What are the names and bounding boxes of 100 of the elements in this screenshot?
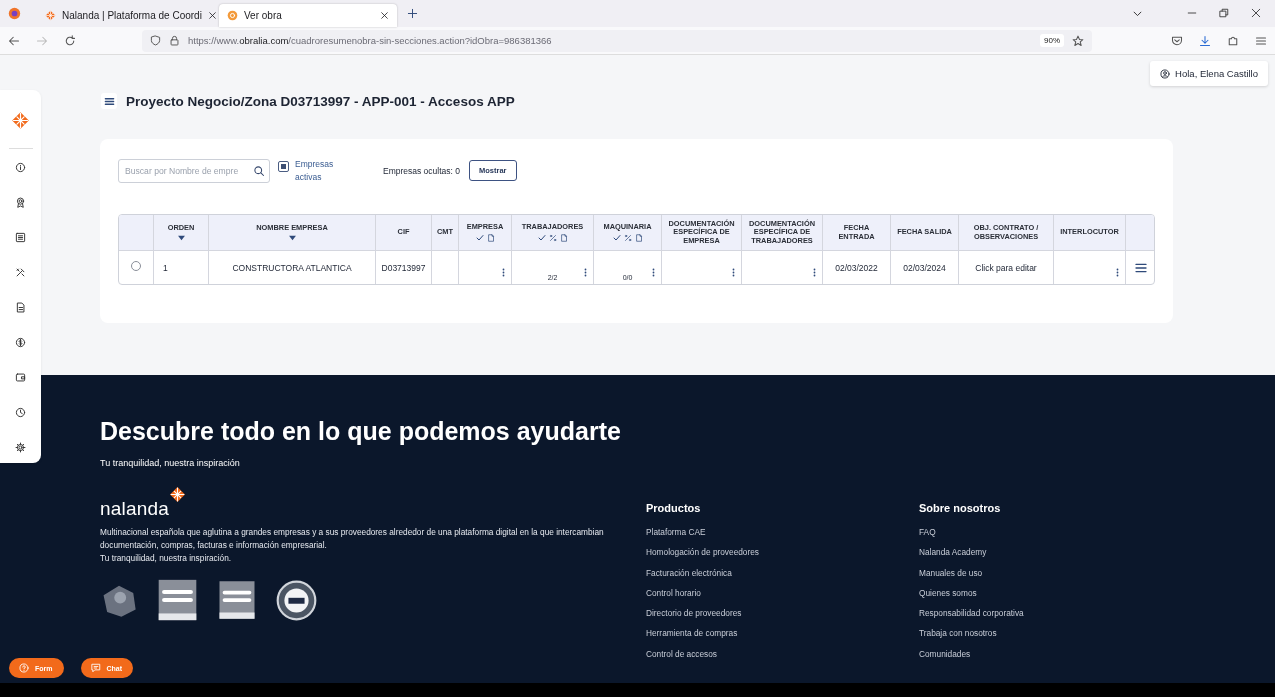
percent-icon (623, 233, 632, 242)
address-bar[interactable]: https://www.obralia.com/cuadroresumenobra-sin-secciones.action?idObra=986381366 90% (142, 29, 1092, 52)
star-icon (1072, 34, 1084, 47)
more-menu-button[interactable] (584, 267, 587, 278)
sort-down-icon (287, 234, 297, 241)
nalanda-logo-icon (45, 10, 56, 21)
pocket-icon (1171, 34, 1183, 47)
download-icon (1199, 34, 1211, 47)
dollar-icon (15, 337, 26, 348)
kebab-icon (732, 267, 735, 278)
footer-link[interactable]: Control horario (646, 587, 919, 609)
list-icon (15, 232, 26, 243)
footer-link[interactable]: Trabaja con nosotros (919, 628, 1119, 649)
menu-icon (103, 95, 115, 107)
brand-logo: nalanda (100, 498, 170, 520)
footer-link[interactable]: Nalanda Academy (919, 547, 1119, 568)
zoom-level[interactable]: 90% (1040, 34, 1064, 47)
sidebar-item[interactable] (15, 337, 26, 348)
kebab-icon (502, 267, 505, 278)
kebab-icon (652, 267, 655, 278)
browser-tab[interactable]: Ver obra (219, 4, 397, 27)
search-icon (253, 164, 265, 177)
footer-link[interactable]: Quienes somos (919, 587, 1119, 609)
footer-link[interactable]: Comunidades (919, 648, 1119, 670)
footer-link[interactable]: Directorio de proveedores (646, 608, 919, 629)
tagline: Tu tranquilidad, nuestra inspiración. (100, 552, 233, 565)
nalanda-logo-icon (169, 486, 187, 503)
user-button[interactable]: Hola, Elena Castillo (1150, 61, 1268, 86)
footer-subtitle: Tu tranquilidad, nuestra inspiración (100, 458, 241, 468)
globe-icon (227, 10, 238, 21)
menu-button[interactable] (101, 93, 117, 109)
user-icon (1160, 68, 1171, 79)
wallet-icon (15, 372, 26, 383)
award-icon (15, 197, 26, 208)
back-icon (8, 34, 20, 47)
document-icon (486, 233, 495, 242)
nalanda-logo-icon (11, 111, 30, 130)
more-menu-button[interactable] (502, 267, 505, 278)
row-radio[interactable] (131, 260, 141, 271)
footer-link[interactable]: Herramienta de compras (646, 628, 919, 649)
more-menu-button[interactable] (813, 267, 816, 278)
more-menu-button[interactable] (652, 267, 655, 278)
menu-icon (1255, 34, 1267, 47)
footer-link[interactable]: FAQ (919, 527, 1119, 548)
sidebar-item[interactable] (15, 372, 26, 383)
footer-heading: Productos (646, 502, 702, 514)
sidebar-item[interactable] (15, 407, 26, 418)
company-description: Multinacional española que aglutina a grandes empresas y a sus proveedores alrededor de una plataforma digital en la que intercambian documentación, compras, facturas e información empresarial. (100, 526, 605, 552)
table-cell: 1 (154, 251, 209, 284)
footer-link[interactable]: Control de accesos (646, 648, 919, 670)
close-icon (207, 11, 217, 20)
check-icon (537, 233, 546, 242)
lock-icon (169, 35, 180, 46)
footer-link[interactable]: Responsabilidad corporativa (919, 608, 1119, 629)
sort-down-icon (176, 234, 186, 241)
help-icon (19, 663, 29, 673)
kebab-icon (1116, 267, 1119, 278)
new-tab-button[interactable] (407, 8, 418, 19)
document-icon (634, 233, 643, 242)
browser-logo-icon (8, 7, 21, 20)
close-icon (380, 11, 389, 20)
sidebar-item[interactable] (15, 302, 26, 313)
table-cell: Click para editar (959, 251, 1054, 284)
footer-link[interactable]: Facturación electrónica (646, 567, 919, 588)
check-icon (475, 233, 484, 242)
more-menu-button[interactable] (1116, 267, 1119, 278)
kebab-icon (813, 267, 816, 278)
table-cell: D03713997 (376, 251, 432, 284)
page-title: Proyecto Negocio/Zona D03713997 - APP-001 - Accesos APP (126, 93, 515, 109)
table-cell: 02/03/2022 (823, 251, 891, 284)
sidebar-item[interactable] (15, 197, 26, 208)
footer-heading: Sobre nosotros (919, 502, 1002, 514)
sidebar-item[interactable] (15, 442, 26, 453)
info-icon (15, 162, 26, 173)
url-text: https://www.obralia.com/cuadroresumenobra-sin-secciones.action?idObra=986381366 (188, 35, 553, 46)
settings-icon (15, 442, 26, 453)
certification-seal-icon (275, 578, 318, 622)
more-menu-button[interactable] (732, 267, 735, 278)
browser-tab[interactable]: Nalanda | Plataforma de Coordi (37, 4, 215, 27)
hidden-companies-count: Empresas ocultas: 0 (383, 165, 460, 176)
close-icon (1251, 8, 1261, 18)
kebab-icon (584, 267, 587, 278)
footer-link[interactable]: Homologación de proveedores (646, 547, 919, 568)
chat-icon (90, 663, 101, 673)
sidebar-item[interactable] (15, 162, 26, 173)
tools-icon (15, 267, 26, 278)
reload-icon (64, 34, 76, 47)
restore-icon (1219, 8, 1229, 18)
row-menu-button[interactable] (1135, 262, 1147, 273)
percent-icon (548, 233, 557, 242)
sidebar-item[interactable] (15, 267, 26, 278)
document-icon (559, 233, 568, 242)
puzzle-icon (1227, 34, 1239, 47)
footer-link[interactable]: Manuales de uso (919, 567, 1119, 588)
plus-icon (407, 8, 418, 19)
menu-icon (1135, 262, 1147, 273)
footer-link[interactable]: Plataforma CAE (646, 527, 919, 548)
search-field[interactable]: Buscar por Nombre de empre (118, 158, 270, 183)
active-companies-checkbox[interactable]: Empresas activas (278, 158, 341, 183)
sidebar-item[interactable] (15, 232, 26, 243)
